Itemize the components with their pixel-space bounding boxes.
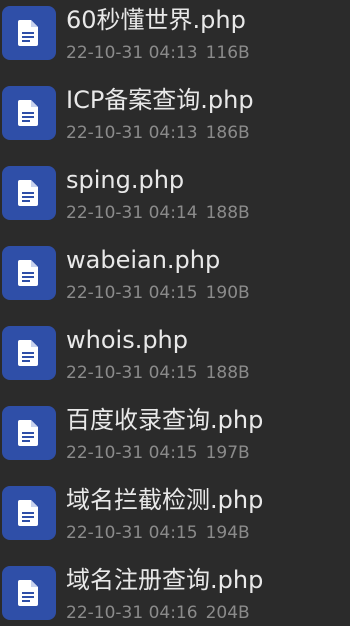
document-icon [2, 406, 56, 460]
file-meta: 22-10-31 04:14 188B [66, 202, 250, 224]
file-meta: 22-10-31 04:13 116B [66, 42, 250, 64]
file-name: ICP备案查询.php [66, 86, 254, 114]
file-date: 22-10-31 04:15 [66, 283, 198, 303]
file-size: 197B [205, 443, 250, 463]
file-row[interactable]: 百度收录查询.php 22-10-31 04:15 197B [0, 400, 350, 480]
file-date: 22-10-31 04:15 [66, 363, 198, 383]
file-row[interactable]: 域名拦截检测.php 22-10-31 04:15 194B [0, 480, 350, 560]
file-name: sping.php [66, 166, 185, 194]
file-row[interactable]: wabeian.php 22-10-31 04:15 190B [0, 240, 350, 320]
file-name: 域名注册查询.php [66, 566, 264, 594]
document-icon [2, 166, 56, 220]
file-row[interactable]: 域名注册查询.php 22-10-31 04:16 204B [0, 560, 350, 626]
file-size: 190B [205, 283, 250, 303]
file-size: 188B [205, 203, 250, 223]
document-icon [2, 486, 56, 540]
file-size: 116B [205, 43, 250, 63]
document-icon [2, 86, 56, 140]
file-size: 204B [205, 603, 250, 623]
file-meta: 22-10-31 04:15 188B [66, 362, 250, 384]
file-meta: 22-10-31 04:16 204B [66, 602, 250, 624]
file-row[interactable]: 60秒懂世界.php 22-10-31 04:13 116B [0, 0, 350, 80]
file-size: 188B [205, 363, 250, 383]
file-name: wabeian.php [66, 246, 221, 274]
file-meta: 22-10-31 04:15 194B [66, 522, 250, 544]
file-size: 186B [205, 123, 250, 143]
file-row[interactable]: whois.php 22-10-31 04:15 188B [0, 320, 350, 400]
document-icon [2, 6, 56, 60]
file-date: 22-10-31 04:15 [66, 443, 198, 463]
file-meta: 22-10-31 04:15 197B [66, 442, 250, 464]
document-icon [2, 246, 56, 300]
file-meta: 22-10-31 04:13 186B [66, 122, 250, 144]
file-row[interactable]: sping.php 22-10-31 04:14 188B [0, 160, 350, 240]
file-row[interactable]: ICP备案查询.php 22-10-31 04:13 186B [0, 80, 350, 160]
file-name: 域名拦截检测.php [66, 486, 264, 514]
file-date: 22-10-31 04:16 [66, 603, 198, 623]
file-name: 60秒懂世界.php [66, 6, 246, 34]
document-icon [2, 566, 56, 620]
file-date: 22-10-31 04:13 [66, 123, 198, 143]
file-meta: 22-10-31 04:15 190B [66, 282, 250, 304]
document-icon [2, 326, 56, 380]
file-size: 194B [205, 523, 250, 543]
file-list: 60秒懂世界.php 22-10-31 04:13 116B ICP备案查询.ph… [0, 0, 350, 626]
file-date: 22-10-31 04:15 [66, 523, 198, 543]
file-date: 22-10-31 04:13 [66, 43, 198, 63]
file-name: 百度收录查询.php [66, 406, 264, 434]
file-date: 22-10-31 04:14 [66, 203, 198, 223]
file-name: whois.php [66, 326, 189, 354]
